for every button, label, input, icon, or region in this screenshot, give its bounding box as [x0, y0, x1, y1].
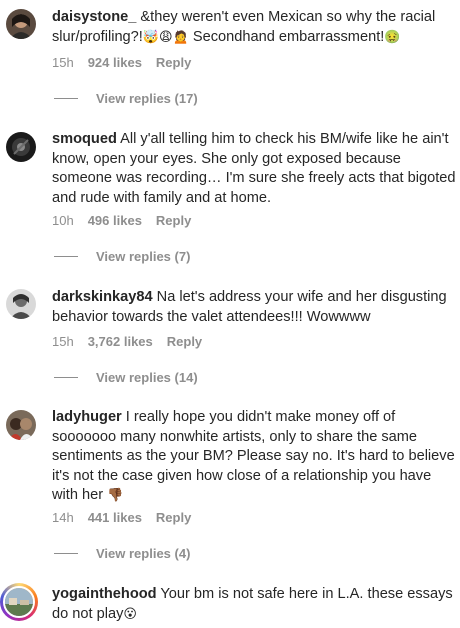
comment-meta: 15h 924 likes Reply — [52, 55, 205, 70]
comment-body-2: Secondhand embarrassment! — [188, 28, 385, 45]
avatar-with-story-ring[interactable] — [0, 583, 38, 621]
view-replies-label: View replies (4) — [96, 546, 191, 561]
avatar[interactable] — [6, 289, 36, 319]
comment-username[interactable]: daisystone_ — [52, 9, 136, 25]
view-replies-button[interactable]: View replies (4) — [54, 546, 190, 561]
comment-meta: 10h 496 likes Reply — [52, 213, 205, 228]
view-replies-button[interactable]: View replies (17) — [54, 91, 198, 106]
reply-button[interactable]: Reply — [156, 55, 191, 70]
avatar[interactable] — [6, 9, 36, 39]
likes-count[interactable]: 441 likes — [88, 510, 142, 525]
view-replies-label: View replies (17) — [96, 91, 198, 106]
surprised-emoji: 😮 — [123, 606, 137, 622]
timestamp: 15h — [52, 55, 74, 70]
comment-text: ladyhuger I really hope you didn't make … — [52, 408, 456, 506]
comment-username[interactable]: yogainthehood — [52, 586, 157, 602]
likes-count[interactable]: 496 likes — [88, 213, 142, 228]
divider-line — [54, 98, 78, 99]
timestamp: 10h — [52, 213, 74, 228]
comment-username[interactable]: ladyhuger — [52, 409, 122, 425]
comment-text: smoqued All y'all telling him to check h… — [52, 130, 456, 208]
divider-line — [54, 256, 78, 257]
comment-meta: 14h 441 likes Reply — [52, 510, 205, 525]
divider-line — [54, 553, 78, 554]
comment-text: yogainthehood Your bm is not safe here i… — [52, 585, 456, 624]
avatar[interactable] — [6, 132, 36, 162]
reply-button[interactable]: Reply — [156, 510, 191, 525]
avatar — [3, 586, 35, 618]
emoji-group: 🤯😩🙍 — [142, 29, 189, 45]
comment-username[interactable]: darkskinkay84 — [52, 289, 153, 305]
view-replies-button[interactable]: View replies (7) — [54, 249, 190, 264]
likes-count[interactable]: 3,762 likes — [88, 334, 153, 349]
comment-meta: 15h 3,762 likes Reply — [52, 334, 216, 349]
nauseated-emoji: 🤢 — [384, 29, 401, 45]
reply-button[interactable]: Reply — [167, 334, 202, 349]
divider-line — [54, 377, 78, 378]
reply-button[interactable]: Reply — [156, 213, 191, 228]
view-replies-label: View replies (7) — [96, 249, 191, 264]
comment-username[interactable]: smoqued — [52, 131, 117, 147]
timestamp: 15h — [52, 334, 74, 349]
timestamp: 14h — [52, 510, 74, 525]
thumbs-down-emoji: 👎🏾 — [107, 488, 124, 503]
likes-count[interactable]: 924 likes — [88, 55, 142, 70]
view-replies-label: View replies (14) — [96, 370, 198, 385]
comment-text: daisystone_ &they weren't even Mexican s… — [52, 8, 456, 47]
avatar[interactable] — [6, 410, 36, 440]
comment-text: darkskinkay84 Na let's address your wife… — [52, 288, 456, 327]
view-replies-button[interactable]: View replies (14) — [54, 370, 198, 385]
